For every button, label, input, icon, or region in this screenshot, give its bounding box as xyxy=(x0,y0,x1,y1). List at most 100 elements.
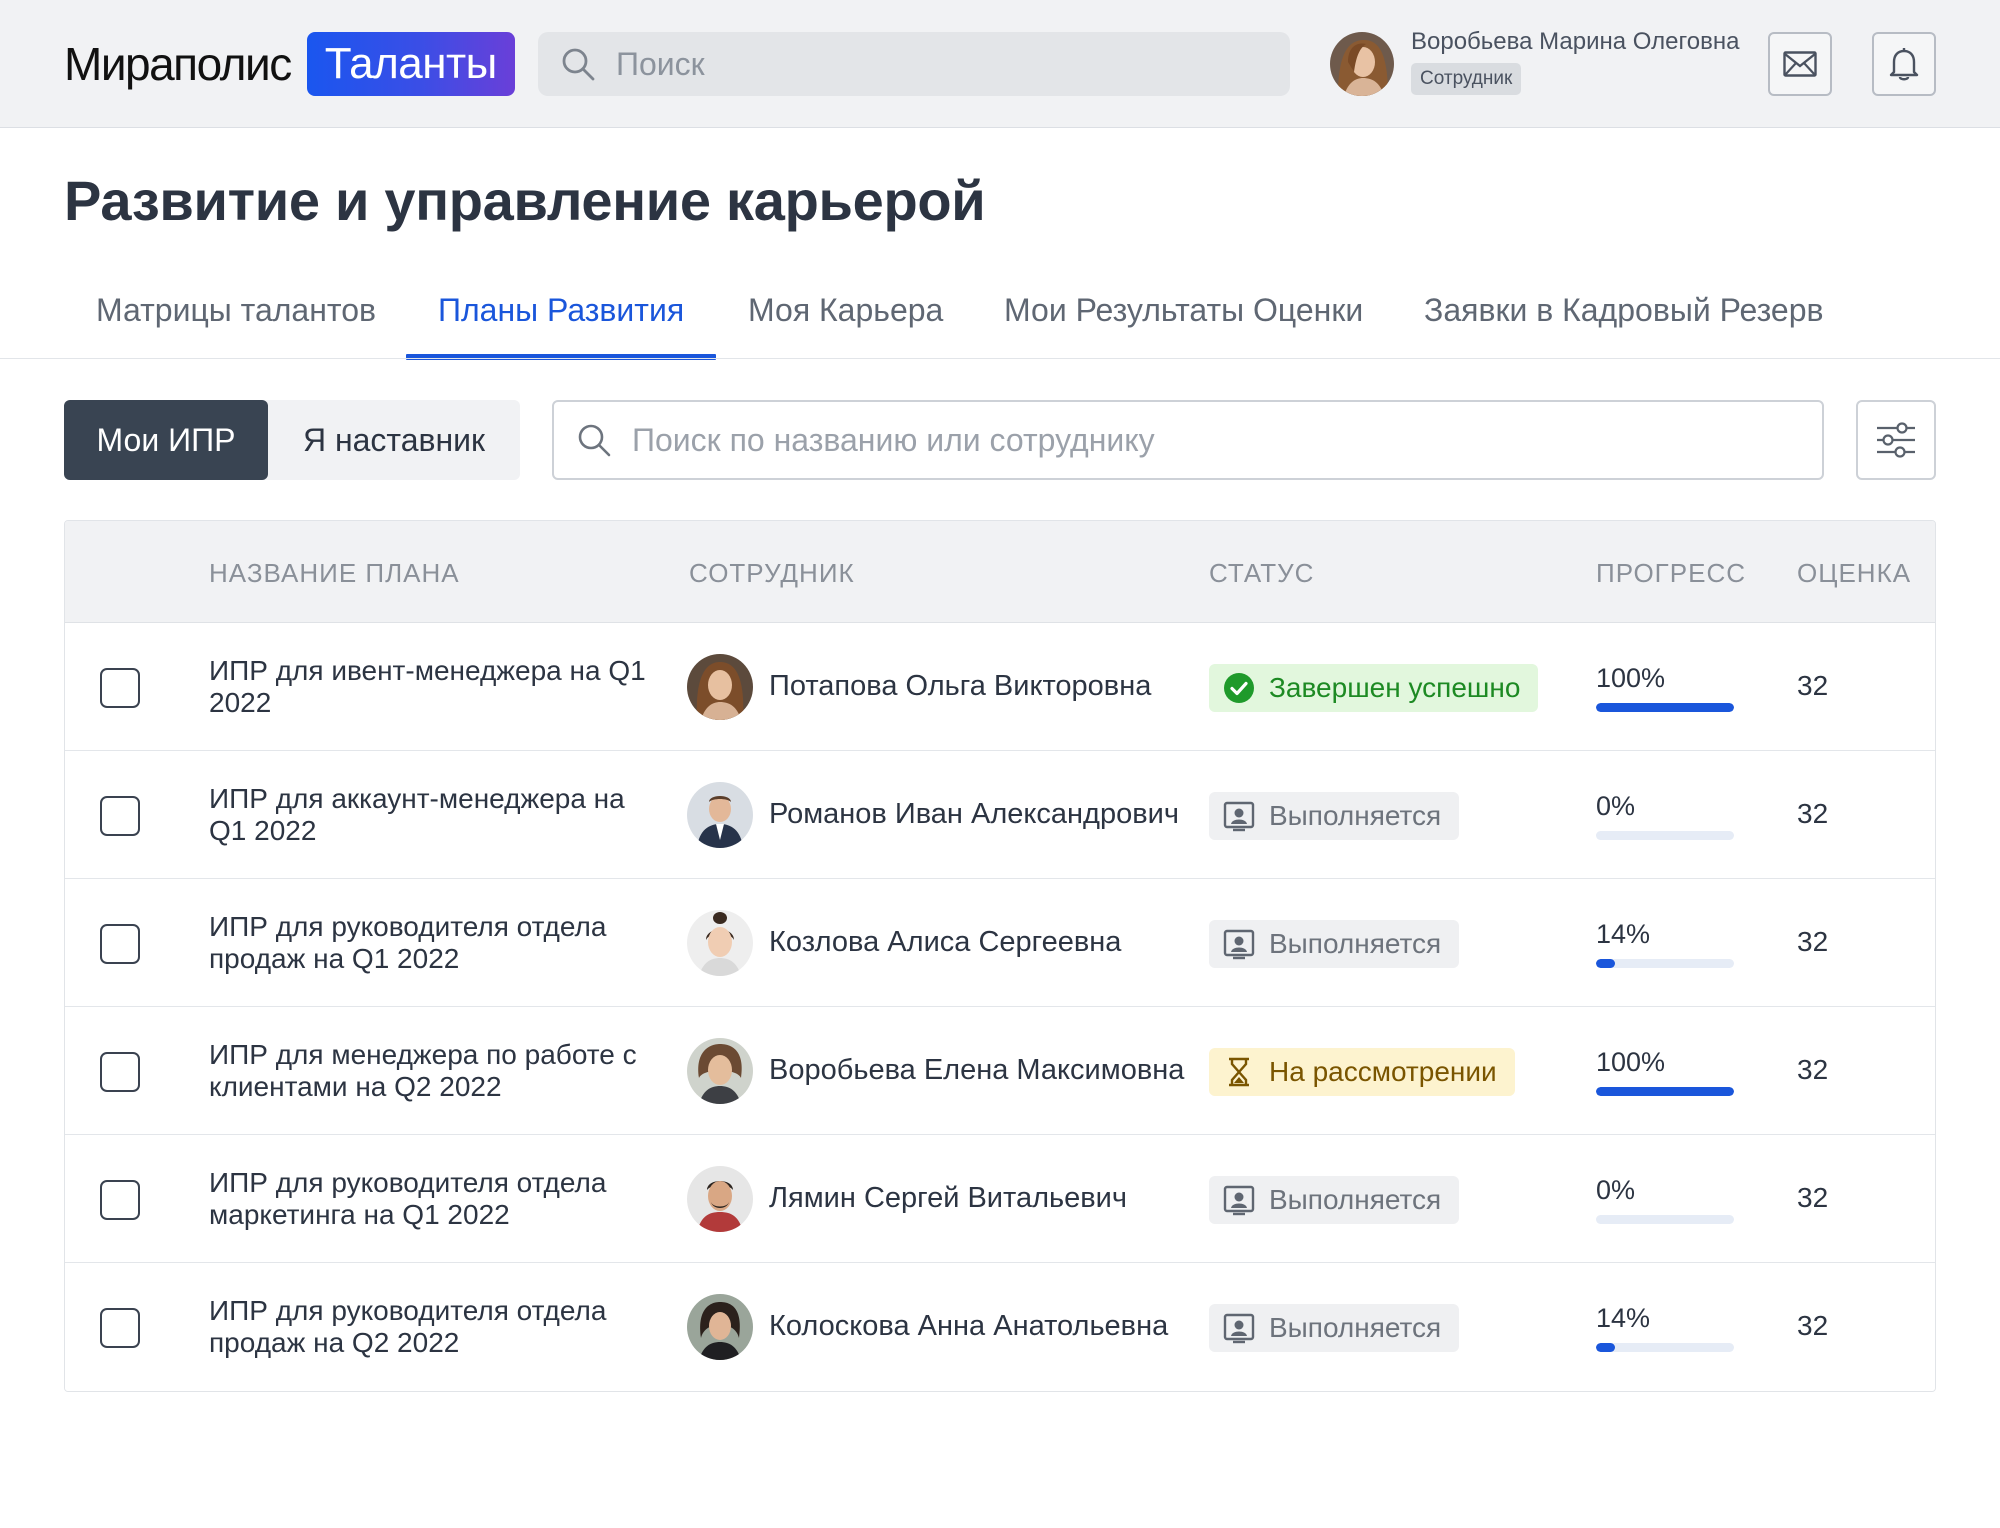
user-role-badge: Сотрудник xyxy=(1411,63,1522,95)
employee-name[interactable]: Романов Иван Александрович xyxy=(769,798,1179,831)
segment-my-plans[interactable]: Мои ИПР xyxy=(64,400,268,480)
progress-value: 0% xyxy=(1596,1175,1636,1205)
tab-my-career[interactable]: Моя Карьера xyxy=(748,292,943,336)
tab-my-assessment-results[interactable]: Мои Результаты Оценки xyxy=(1004,292,1363,336)
progress-value: 14% xyxy=(1596,1303,1651,1333)
progress-bar xyxy=(1596,831,1734,840)
app-logo[interactable]: Мираполис Таланты xyxy=(64,31,515,97)
plan-name[interactable]: ИПР для руководителя отдела продаж на Q1… xyxy=(209,911,669,975)
table-row[interactable]: ИПР для руководителя отдела продаж на Q1… xyxy=(65,879,1935,1007)
score-value: 32 xyxy=(1797,798,1829,829)
tab-talent-pool-requests[interactable]: Заявки в Кадровый Резерв xyxy=(1424,292,1824,336)
user-avatar[interactable] xyxy=(1330,32,1394,96)
plan-name[interactable]: ИПР для руководителя отдела продаж на Q2… xyxy=(209,1295,669,1359)
table-row[interactable]: ИПР для ивент-менеджера на Q1 2022 Потап… xyxy=(65,623,1935,751)
column-status[interactable]: СТАТУС xyxy=(1209,558,1314,589)
plan-name[interactable]: ИПР для ивент-менеджера на Q1 2022 xyxy=(209,655,669,719)
progress-bar xyxy=(1596,1215,1734,1224)
user-name[interactable]: Воробьева Марина Олеговна xyxy=(1411,28,1739,56)
hourglass-icon xyxy=(1229,1057,1249,1087)
progress-value: 14% xyxy=(1596,919,1651,949)
progress-bar xyxy=(1596,959,1734,968)
plan-search-placeholder: Поиск по названию или сотруднику xyxy=(632,421,1155,458)
score-value: 32 xyxy=(1797,670,1829,701)
logo-text: Мираполис xyxy=(64,38,292,90)
employee-name[interactable]: Потапова Ольга Викторовна xyxy=(769,670,1151,703)
messages-button[interactable] xyxy=(1768,32,1832,96)
column-plan-name[interactable]: НАЗВАНИЕ ПЛАНА xyxy=(209,558,460,589)
progress-bar xyxy=(1596,703,1734,712)
in-progress-icon xyxy=(1223,1313,1255,1344)
tab-talent-matrices[interactable]: Матрицы талантов xyxy=(96,292,376,336)
row-checkbox[interactable] xyxy=(100,1052,140,1092)
status-badge: Выполняется xyxy=(1209,920,1460,968)
mail-icon xyxy=(1783,51,1817,77)
row-checkbox[interactable] xyxy=(100,924,140,964)
filter-button[interactable] xyxy=(1856,400,1936,480)
employee-avatar xyxy=(687,1166,753,1232)
in-progress-icon xyxy=(1223,1185,1255,1216)
employee-avatar xyxy=(687,1038,753,1104)
progress-value: 0% xyxy=(1596,791,1636,821)
status-label: Выполняется xyxy=(1269,1184,1442,1215)
progress-bar xyxy=(1596,1087,1734,1096)
plan-name[interactable]: ИПР для аккаунт-менеджера на Q1 2022 xyxy=(209,783,669,847)
progress-bar-fill xyxy=(1596,959,1616,968)
status-label: Завершен успешно xyxy=(1269,672,1521,703)
plan-search-input[interactable]: Поиск по названию или сотруднику xyxy=(552,400,1824,480)
development-plans-table: НАЗВАНИЕ ПЛАНА СОТРУДНИК СТАТУС ПРОГРЕСС… xyxy=(64,520,1936,1392)
progress-value: 100% xyxy=(1596,663,1666,693)
tab-development-plans[interactable]: Планы Развития xyxy=(438,292,684,336)
employee-name[interactable]: Козлова Алиса Сергеевна xyxy=(769,926,1121,959)
global-search-input[interactable]: Поиск xyxy=(538,32,1290,96)
progress-value: 100% xyxy=(1596,1047,1666,1077)
search-icon xyxy=(562,48,595,81)
status-label: Выполняется xyxy=(1269,1312,1442,1343)
employee-avatar xyxy=(687,910,753,976)
score-value: 32 xyxy=(1797,1054,1829,1085)
employee-avatar xyxy=(687,654,753,720)
in-progress-icon xyxy=(1223,929,1255,960)
column-score[interactable]: ОЦЕНКА xyxy=(1797,558,1911,589)
employee-name[interactable]: Колоскова Анна Анатольевна xyxy=(769,1310,1168,1343)
bell-icon xyxy=(1889,48,1919,81)
employee-avatar xyxy=(687,782,753,848)
logo-badge: Таланты xyxy=(306,32,515,96)
table-header: НАЗВАНИЕ ПЛАНА СОТРУДНИК СТАТУС ПРОГРЕСС… xyxy=(65,521,1935,623)
table-row[interactable]: ИПР для аккаунт-менеджера на Q1 2022 Ром… xyxy=(65,751,1935,879)
column-progress[interactable]: ПРОГРЕСС xyxy=(1596,558,1746,589)
plan-name[interactable]: ИПР для руководителя отдела маркетинга н… xyxy=(209,1167,669,1231)
status-label: Выполняется xyxy=(1269,928,1442,959)
employee-avatar xyxy=(687,1294,753,1360)
row-checkbox[interactable] xyxy=(100,1180,140,1220)
status-label: На рассмотрении xyxy=(1269,1056,1497,1087)
status-badge: Завершен успешно xyxy=(1209,664,1539,712)
status-badge: Выполняется xyxy=(1209,1176,1460,1224)
table-row[interactable]: ИПР для менеджера по работе с клиентами … xyxy=(65,1007,1935,1135)
row-checkbox[interactable] xyxy=(100,796,140,836)
score-value: 32 xyxy=(1797,1182,1829,1213)
column-employee[interactable]: СОТРУДНИК xyxy=(689,558,855,589)
page-title: Развитие и управление карьерой xyxy=(64,169,986,232)
filter-sliders-icon xyxy=(1877,422,1915,458)
score-value: 32 xyxy=(1797,926,1829,957)
row-checkbox[interactable] xyxy=(100,1308,140,1348)
table-row[interactable]: ИПР для руководителя отдела маркетинга н… xyxy=(65,1135,1935,1263)
active-tab-indicator xyxy=(406,354,716,360)
progress-bar-fill xyxy=(1596,1087,1734,1096)
row-checkbox[interactable] xyxy=(100,668,140,708)
status-badge: Выполняется xyxy=(1209,792,1460,840)
progress-bar-fill xyxy=(1596,703,1734,712)
table-row[interactable]: ИПР для руководителя отдела продаж на Q2… xyxy=(65,1263,1935,1391)
employee-name[interactable]: Лямин Сергей Витальевич xyxy=(769,1182,1127,1215)
plan-scope-switcher: Мои ИПР Я наставник xyxy=(64,400,520,480)
tabs-divider xyxy=(0,358,2000,359)
segment-mentor[interactable]: Я наставник xyxy=(268,400,520,480)
in-progress-icon xyxy=(1223,801,1255,832)
notifications-button[interactable] xyxy=(1872,32,1936,96)
plan-name[interactable]: ИПР для менеджера по работе с клиентами … xyxy=(209,1039,669,1103)
employee-name[interactable]: Воробьева Елена Максимовна xyxy=(769,1054,1184,1087)
progress-bar xyxy=(1596,1343,1734,1352)
status-badge: Выполняется xyxy=(1209,1304,1460,1352)
global-search-placeholder: Поиск xyxy=(616,45,705,82)
